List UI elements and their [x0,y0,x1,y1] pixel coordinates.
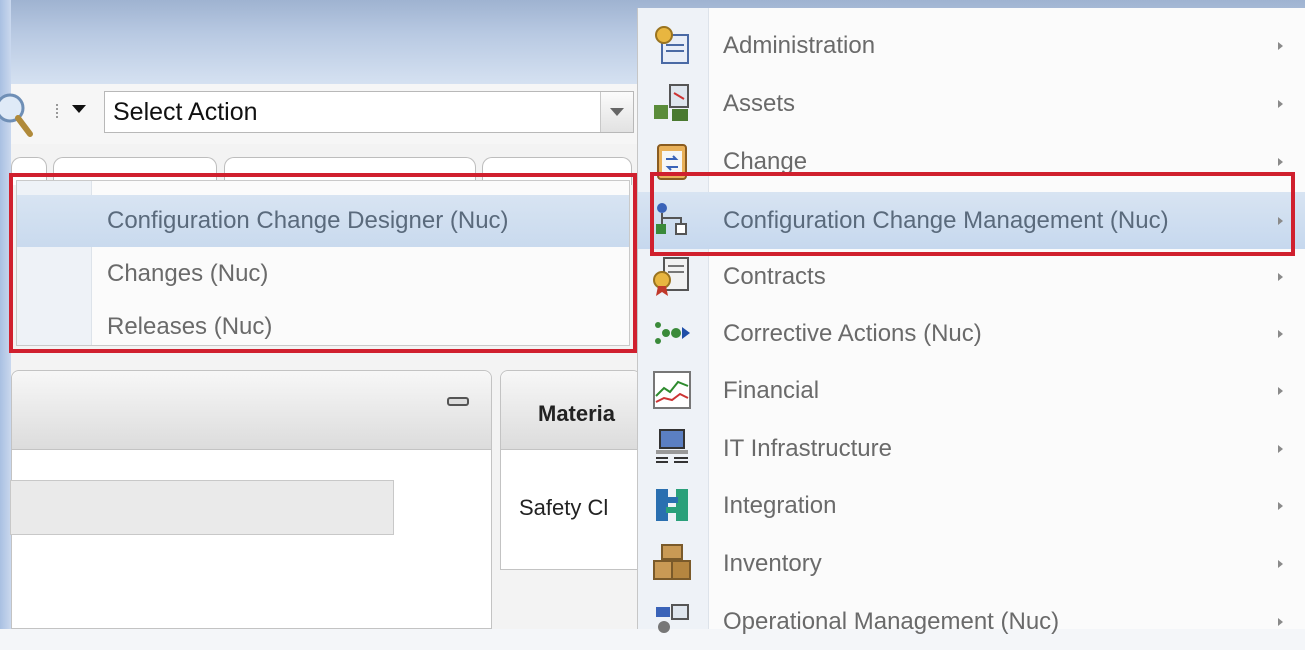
menu-item-label: Assets [723,90,796,117]
clipboard-change-icon [657,144,687,180]
submenu-arrow-icon [1278,502,1283,510]
submenu-arrow-icon [1278,445,1283,453]
menu-item-contracts[interactable]: Contracts [638,248,1305,305]
portlet-right: Materia Safety Cl [500,370,641,570]
menu-item-label: Change [723,148,808,175]
dropdown-arrow-icon[interactable] [600,92,633,132]
portlet-right-text: Safety Cl [519,495,609,520]
menu-item-administration[interactable]: Administration [638,17,1305,74]
submenu-arrow-icon [1278,217,1283,225]
submenu-item-configuration-change-designer[interactable]: Configuration Change Designer (Nuc) [17,195,629,247]
menu-item-label: Operational Management (Nuc) [723,608,1060,635]
submenu-arrow-icon [1278,330,1283,338]
menu-item-label: Administration [723,32,876,59]
submenu-arrow-icon [1278,42,1283,50]
integration-icon [656,489,688,521]
submenu-arrow-icon [1278,560,1283,568]
submenu-arrow-icon [1278,100,1283,108]
operations-icon [656,604,689,633]
configuration-nodes-icon [656,203,687,235]
chevron-down-icon[interactable] [72,105,86,113]
submenu-arrow-icon [1278,273,1283,281]
menu-item-label: Financial [723,377,820,404]
menu-item-it-infrastructure[interactable]: IT Infrastructure [638,420,1305,477]
menu-item-operational-management[interactable]: Operational Management (Nuc) [638,593,1305,650]
submenu-configuration-change-management: Configuration Change Designer (Nuc) Chan… [16,180,630,346]
menu-item-inventory[interactable]: Inventory [638,535,1305,592]
submenu-arrow-icon [1278,618,1283,626]
portlet-right-title: Materia [538,401,616,426]
financial-chart-icon [653,371,691,409]
key-document-icon [655,26,689,64]
menu-item-label: Configuration Change Management (Nuc) [723,207,1169,234]
search-icon[interactable] [0,88,34,138]
go-to-applications-menu: Administration Assets Change Configurati… [637,8,1305,635]
menu-item-configuration-change-management[interactable]: Configuration Change Management (Nuc) [638,192,1305,249]
menu-item-label: Corrective Actions (Nuc) [723,320,982,347]
select-action-label: Select Action [113,98,258,126]
menu-item-label: Integration [723,492,837,519]
submenu-arrow-icon [1278,387,1283,395]
menu-item-change[interactable]: Change [638,133,1305,190]
menu-item-label: Contracts [723,263,826,290]
submenu-item-label: Configuration Change Designer (Nuc) [107,207,509,234]
contract-ribbon-icon [653,257,689,296]
menu-item-label: IT Infrastructure [723,435,892,462]
portlet-left [10,370,492,629]
menu-item-financial[interactable]: Financial [638,362,1305,419]
menu-item-assets[interactable]: Assets [638,75,1305,132]
submenu-arrow-icon [1278,158,1283,166]
assets-icon [654,84,689,121]
portlet-left-header [12,371,491,450]
select-action-dropdown[interactable]: Select Action [104,91,634,133]
submenu-item-label: Changes (Nuc) [107,260,269,287]
input-field[interactable] [10,480,394,535]
corrective-actions-icon [655,322,690,344]
menu-item-label: Inventory [723,550,822,577]
submenu-item-label: Releases (Nuc) [107,313,273,340]
menu-item-corrective-actions[interactable]: Corrective Actions (Nuc) [638,305,1305,362]
computer-icon [656,429,688,463]
toolbar-separator [56,104,61,118]
submenu-item-releases[interactable]: Releases (Nuc) [17,301,629,353]
boxes-icon [653,544,691,580]
submenu-item-changes[interactable]: Changes (Nuc) [17,248,629,300]
minimize-icon[interactable] [447,397,469,406]
menu-item-integration[interactable]: Integration [638,477,1305,534]
